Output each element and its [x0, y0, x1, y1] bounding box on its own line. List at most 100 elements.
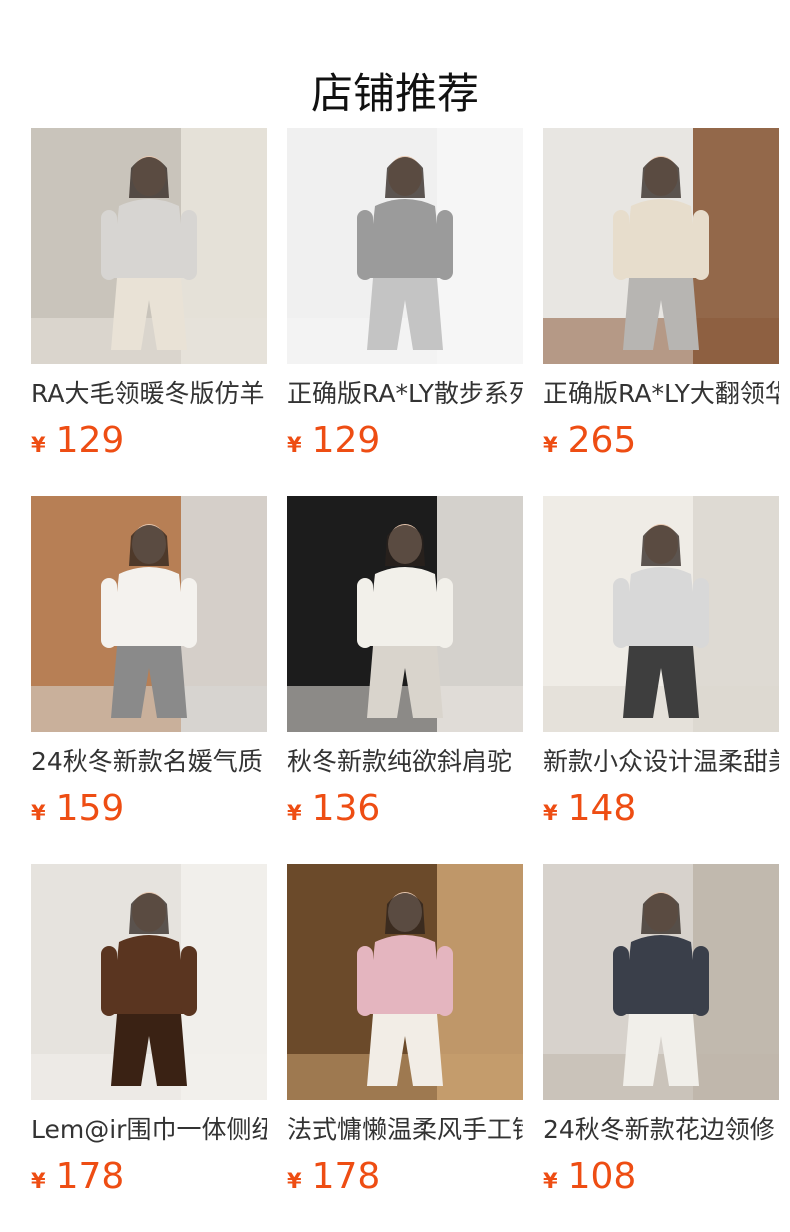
- product-card[interactable]: Lem@ir围巾一体侧纽 ¥ 178: [31, 864, 267, 1201]
- photo-floor: [287, 686, 523, 732]
- product-photo: [287, 864, 523, 1100]
- price-row: ¥ 265: [543, 418, 779, 464]
- model-top: [367, 567, 443, 646]
- product-name[interactable]: 24秋冬新款花边领修: [543, 1110, 779, 1150]
- product-card[interactable]: 24秋冬新款花边领修 ¥ 108: [543, 864, 779, 1201]
- price-row: ¥ 129: [287, 418, 523, 464]
- product-photo: [287, 128, 523, 364]
- photo-floor: [543, 686, 779, 732]
- currency-symbol: ¥: [543, 801, 558, 825]
- currency-symbol: ¥: [287, 1169, 302, 1193]
- model-top: [367, 935, 443, 1014]
- product-name[interactable]: 24秋冬新款名媛气质: [31, 742, 267, 782]
- product-photo: [543, 864, 779, 1100]
- section-title: 店铺推荐: [310, 69, 479, 119]
- model-top: [623, 567, 699, 646]
- product-price: 178: [311, 1156, 381, 1197]
- model-left-arm: [101, 946, 117, 1016]
- currency-symbol: ¥: [31, 801, 46, 825]
- photo-floor: [31, 686, 267, 732]
- model-top: [111, 935, 187, 1014]
- product-price: 148: [567, 788, 637, 829]
- product-photo: [543, 496, 779, 732]
- model-top: [111, 567, 187, 646]
- product-name[interactable]: RA大毛领暖冬版仿羊: [31, 374, 267, 414]
- photo-floor: [31, 318, 267, 364]
- photo-floor: [543, 1054, 779, 1100]
- price-row: ¥ 178: [287, 1154, 523, 1200]
- price-row: ¥ 129: [31, 418, 267, 464]
- product-photo: [287, 496, 523, 732]
- product-name[interactable]: 新款小众设计温柔甜美: [543, 742, 779, 782]
- model-left-arm: [357, 946, 373, 1016]
- product-name[interactable]: 秋冬新款纯欲斜肩驼: [287, 742, 523, 782]
- product-grid: RA大毛领暖冬版仿羊 ¥ 129 正确版RA*LY散步系列 ¥ 129 正确版R…: [31, 128, 779, 1201]
- model-right-arm: [437, 946, 453, 1016]
- product-card[interactable]: 秋冬新款纯欲斜肩驼 ¥ 136: [287, 496, 523, 833]
- product-image[interactable]: [543, 496, 779, 732]
- recommend-page: 店铺推荐 RA大毛领暖冬版仿羊 ¥ 129 正确版RA*LY散步系列 ¥ 129…: [0, 0, 790, 1232]
- model-left-arm: [357, 210, 373, 280]
- product-card[interactable]: 24秋冬新款名媛气质 ¥ 159: [31, 496, 267, 833]
- model-right-arm: [693, 210, 709, 280]
- price-row: ¥ 148: [543, 786, 779, 832]
- product-image[interactable]: [287, 864, 523, 1100]
- photo-floor: [287, 1054, 523, 1100]
- product-name[interactable]: 法式慵懒温柔风手工钩: [287, 1110, 523, 1150]
- currency-symbol: ¥: [543, 433, 558, 457]
- price-row: ¥ 136: [287, 786, 523, 832]
- model-right-arm: [437, 578, 453, 648]
- model-right-arm: [437, 210, 453, 280]
- model-right-arm: [693, 946, 709, 1016]
- product-image[interactable]: [287, 128, 523, 364]
- product-photo: [31, 864, 267, 1100]
- model-right-arm: [181, 210, 197, 280]
- product-image[interactable]: [543, 864, 779, 1100]
- model-right-arm: [693, 578, 709, 648]
- model-left-arm: [613, 210, 629, 280]
- model-top: [367, 199, 443, 278]
- model-left-arm: [101, 578, 117, 648]
- product-price: 178: [55, 1156, 125, 1197]
- price-row: ¥ 159: [31, 786, 267, 832]
- model-right-arm: [181, 946, 197, 1016]
- product-price: 108: [567, 1156, 637, 1197]
- currency-symbol: ¥: [31, 1169, 46, 1193]
- currency-symbol: ¥: [543, 1169, 558, 1193]
- product-photo: [31, 496, 267, 732]
- currency-symbol: ¥: [31, 433, 46, 457]
- model-top: [623, 935, 699, 1014]
- product-price: 129: [55, 420, 125, 461]
- price-row: ¥ 108: [543, 1154, 779, 1200]
- product-price: 265: [567, 420, 637, 461]
- price-row: ¥ 178: [31, 1154, 267, 1200]
- product-image[interactable]: [287, 496, 523, 732]
- model-right-arm: [181, 578, 197, 648]
- product-card[interactable]: 正确版RA*LY散步系列 ¥ 129: [287, 128, 523, 465]
- currency-symbol: ¥: [287, 801, 302, 825]
- currency-symbol: ¥: [287, 433, 302, 457]
- product-card[interactable]: 新款小众设计温柔甜美 ¥ 148: [543, 496, 779, 833]
- product-image[interactable]: [31, 864, 267, 1100]
- product-image[interactable]: [543, 128, 779, 364]
- product-name[interactable]: Lem@ir围巾一体侧纽: [31, 1110, 267, 1150]
- model-left-arm: [357, 578, 373, 648]
- product-name[interactable]: 正确版RA*LY大翻领华: [543, 374, 779, 414]
- photo-floor: [543, 318, 779, 364]
- product-photo: [31, 128, 267, 364]
- product-photo: [543, 128, 779, 364]
- product-image[interactable]: [31, 496, 267, 732]
- product-image[interactable]: [31, 128, 267, 364]
- product-card[interactable]: RA大毛领暖冬版仿羊 ¥ 129: [31, 128, 267, 465]
- model-top: [623, 199, 699, 278]
- photo-floor: [287, 318, 523, 364]
- model-left-arm: [613, 946, 629, 1016]
- product-price: 129: [311, 420, 381, 461]
- product-card[interactable]: 正确版RA*LY大翻领华 ¥ 265: [543, 128, 779, 465]
- model-left-arm: [613, 578, 629, 648]
- product-card[interactable]: 法式慵懒温柔风手工钩 ¥ 178: [287, 864, 523, 1201]
- photo-floor: [31, 1054, 267, 1100]
- product-name[interactable]: 正确版RA*LY散步系列: [287, 374, 523, 414]
- product-price: 136: [311, 788, 381, 829]
- model-left-arm: [101, 210, 117, 280]
